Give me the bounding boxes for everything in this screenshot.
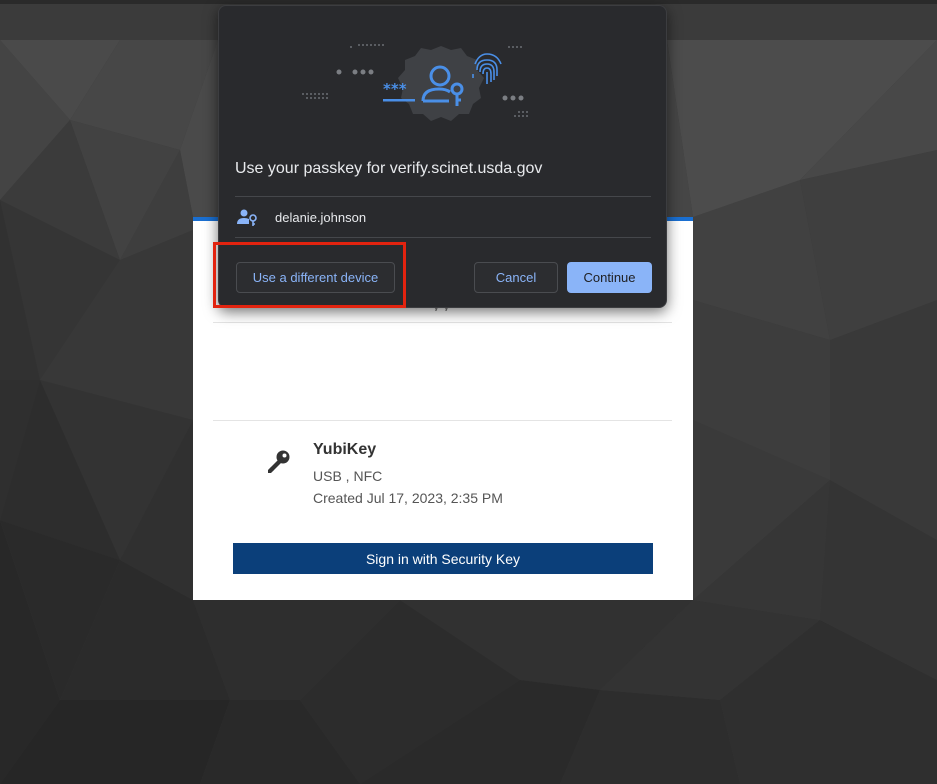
security-key-transports: USB , NFC [313, 468, 383, 484]
account-key-icon [237, 209, 257, 226]
key-icon [268, 450, 290, 473]
sign-in-security-key-button[interactable]: Sign in with Security Key [233, 543, 653, 574]
security-key-created: Created Jul 17, 2023, 2:35 PM [313, 490, 503, 506]
passkey-illustration: *** [302, 44, 528, 121]
dialog-divider-top [235, 196, 651, 197]
cancel-button[interactable]: Cancel [474, 262, 558, 293]
card-divider-middle [213, 420, 672, 421]
screen: y y YubiKey USB , NFC Created Jul 17, 20… [0, 0, 937, 784]
highlight-box [213, 242, 406, 308]
card-divider-top [213, 322, 672, 323]
dialog-title: Use your passkey for verify.scinet.usda.… [235, 160, 543, 177]
password-mask-glyph: *** [383, 80, 407, 98]
dialog-divider-bottom [235, 237, 651, 238]
account-name[interactable]: delanie.johnson [275, 210, 366, 225]
security-key-name: YubiKey [313, 441, 377, 458]
continue-button[interactable]: Continue [567, 262, 652, 293]
